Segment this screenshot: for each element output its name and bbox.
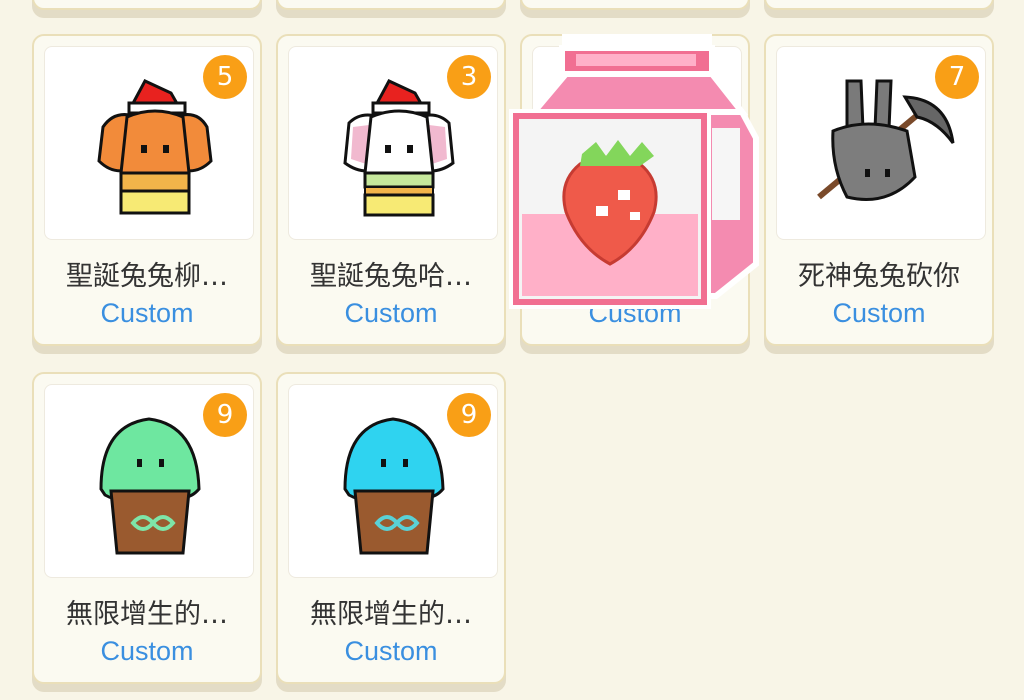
sticker-type-link[interactable]: Custom [278,636,504,667]
sticker-type-link[interactable]: Custom [34,298,260,329]
previous-row-card-1[interactable] [32,0,262,10]
count-badge: 5 [203,55,247,99]
sticker-card[interactable]: 3 聖誕兔兔哈… Custom [276,34,506,346]
previous-row-card-3[interactable] [520,0,750,10]
sticker-grid-page: 5 聖誕兔兔柳… Custom 3 聖誕兔兔哈… Custom Custom 7… [0,0,1024,700]
count-badge: 9 [447,393,491,437]
sticker-type-link[interactable]: Custom [34,636,260,667]
sticker-thumbnail: 9 [288,384,498,578]
sticker-card[interactable]: 9 無限增生的… Custom [276,372,506,684]
strawberry-milk-carton-icon [509,34,759,309]
sticker-title: 無限增生的… [66,599,228,630]
sticker-card[interactable]: 9 無限增生的… Custom [32,372,262,684]
sticker-title: 聖誕兔兔柳… [66,261,228,292]
sticker-thumbnail: 3 [288,46,498,240]
sticker-title: 聖誕兔兔哈… [310,261,472,292]
count-badge: 3 [447,55,491,99]
sticker-title: 死神兔兔砍你 [798,261,960,292]
sticker-title: 無限增生的… [310,599,472,630]
sticker-type-link[interactable]: Custom [278,298,504,329]
previous-row-card-4[interactable] [764,0,994,10]
sticker-thumbnail: 7 [776,46,986,240]
sticker-thumbnail: 5 [44,46,254,240]
sticker-card[interactable]: 7 死神兔兔砍你 Custom [764,34,994,346]
count-badge: 7 [935,55,979,99]
sticker-type-link[interactable]: Custom [766,298,992,329]
sticker-thumbnail: 9 [44,384,254,578]
count-badge: 9 [203,393,247,437]
previous-row-card-2[interactable] [276,0,506,10]
sticker-card[interactable]: 5 聖誕兔兔柳… Custom [32,34,262,346]
